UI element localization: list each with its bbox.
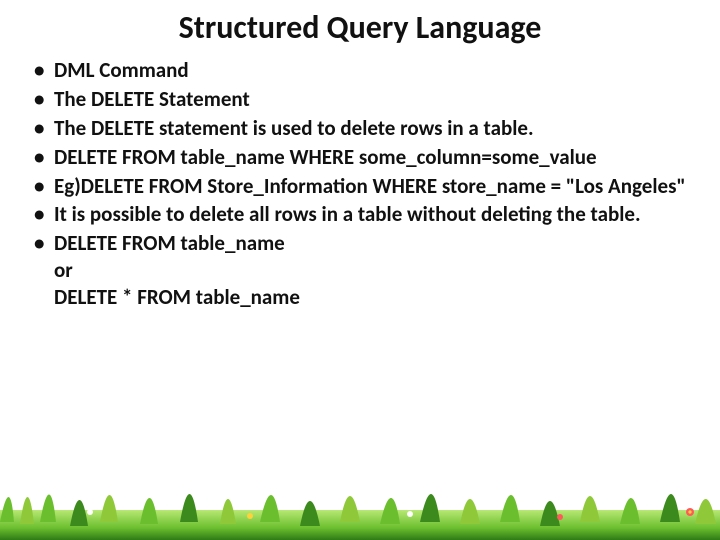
bullet-item: DELETE FROM table_name or DELETE * FROM … bbox=[30, 230, 702, 311]
bullet-item: Eg)DELETE FROM Store_Information WHERE s… bbox=[30, 173, 702, 200]
bullet-item: The DELETE statement is used to delete r… bbox=[30, 115, 702, 142]
bullet-list: DML Command The DELETE Statement The DEL… bbox=[30, 57, 702, 311]
bullet-text: DML Command bbox=[54, 57, 189, 83]
bullet-text: It is possible to delete all rows in a t… bbox=[54, 201, 641, 227]
slide: Structured Query Language DML Command Th… bbox=[0, 0, 720, 540]
bullet-text: DELETE FROM table_name WHERE some_column… bbox=[54, 144, 597, 170]
grass-footer bbox=[0, 462, 720, 540]
bullet-text: Eg)DELETE FROM Store_Information WHERE s… bbox=[54, 173, 686, 199]
slide-title: Structured Query Language bbox=[0, 0, 720, 57]
slide-content: DML Command The DELETE Statement The DEL… bbox=[0, 57, 720, 311]
bullet-text: The DELETE Statement bbox=[54, 86, 250, 112]
bullet-item: It is possible to delete all rows in a t… bbox=[30, 201, 702, 228]
bullet-item: DML Command bbox=[30, 57, 702, 84]
bullet-text: DELETE FROM table_name or DELETE * FROM … bbox=[54, 230, 300, 310]
bullet-item-highlighted: DELETE FROM table_name WHERE some_column… bbox=[30, 144, 702, 171]
bullet-text: The DELETE statement is used to delete r… bbox=[54, 115, 534, 141]
bullet-item: The DELETE Statement bbox=[30, 86, 702, 113]
grass-icon bbox=[0, 462, 720, 540]
